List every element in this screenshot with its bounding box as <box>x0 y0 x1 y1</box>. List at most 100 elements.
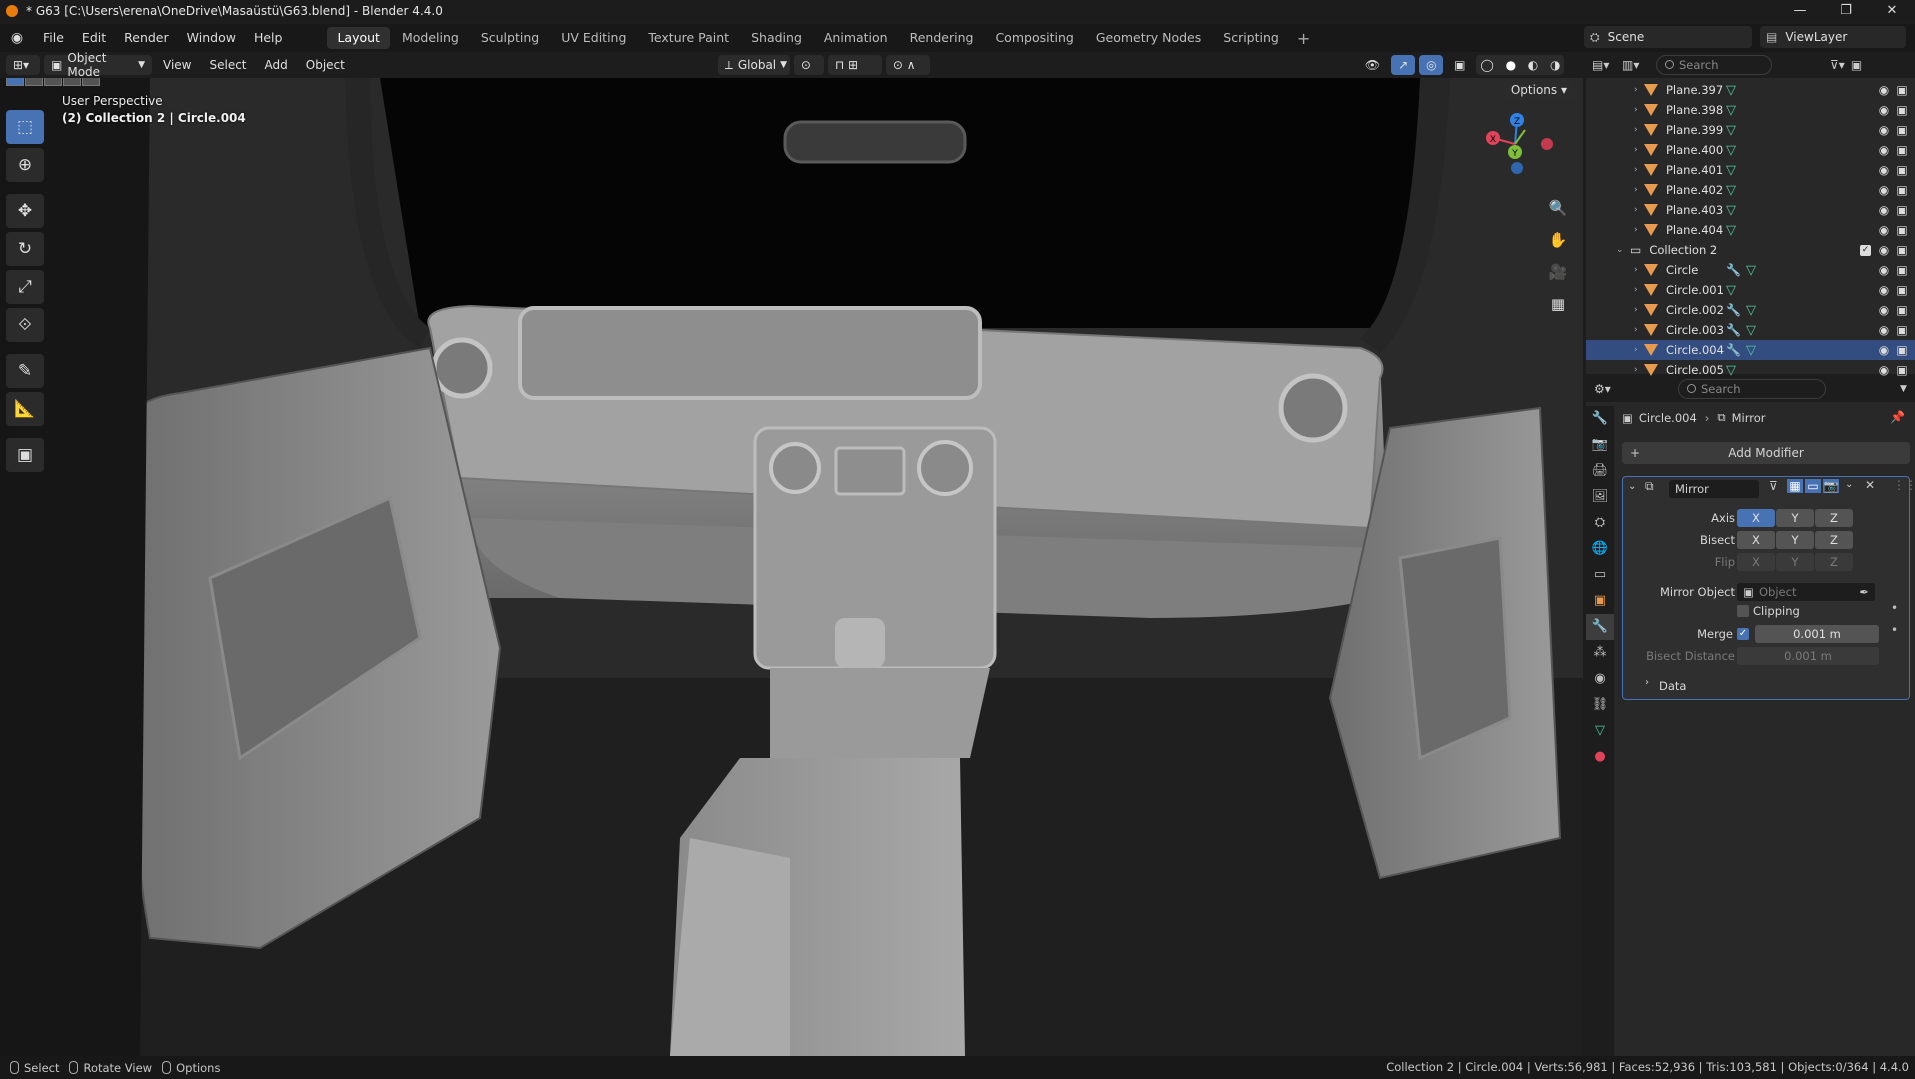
bisect-x-toggle[interactable]: X <box>1737 531 1775 549</box>
outliner-row[interactable]: › Circle 🔧 ▽ ◉ ▣ <box>1586 260 1915 280</box>
eye-icon[interactable]: ◉ <box>1877 263 1891 277</box>
camera-render-icon[interactable]: ▣ <box>1895 263 1909 277</box>
tab-sculpting[interactable]: Sculpting <box>471 27 549 49</box>
edit-mode-toggle-icon[interactable]: ⊽ <box>1769 479 1778 493</box>
camera-render-icon[interactable]: ▣ <box>1895 123 1909 137</box>
physics-tab-icon[interactable]: ◉ <box>1586 666 1614 692</box>
rotate-tool[interactable]: ↻ <box>6 232 44 266</box>
blender-menu-icon[interactable]: ◉ <box>8 29 26 47</box>
axis-y-toggle[interactable]: Y <box>1776 509 1814 527</box>
expand-arrow-icon[interactable]: › <box>1634 185 1644 195</box>
camera-view-icon[interactable]: 🎥 <box>1545 260 1571 284</box>
world-tab-icon[interactable]: 🌐 <box>1586 536 1614 562</box>
camera-render-icon[interactable]: ▣ <box>1895 243 1909 257</box>
zoom-icon[interactable]: 🔍 <box>1545 196 1571 220</box>
mesh-data-icon[interactable]: ▽ <box>1726 163 1736 178</box>
camera-render-icon[interactable]: ▣ <box>1895 203 1909 217</box>
data-tab-icon[interactable]: ▽ <box>1586 718 1614 744</box>
flip-x-toggle[interactable]: X <box>1737 553 1775 571</box>
camera-render-icon[interactable]: ▣ <box>1895 303 1909 317</box>
outliner-row[interactable]: › Plane.397 ▽ ◉ ▣ <box>1586 80 1915 100</box>
3d-viewport[interactable]: User Perspective (2) Collection 2 | Circ… <box>0 78 1583 1056</box>
close-button[interactable]: ✕ <box>1869 0 1915 22</box>
measure-tool[interactable]: 📐 <box>6 392 44 426</box>
filter-icon[interactable]: ⊽▾ <box>1830 58 1845 72</box>
visibility-button[interactable]: 👁 <box>1358 55 1387 75</box>
axis-x-toggle[interactable]: X <box>1737 509 1775 527</box>
drag-handle-icon[interactable]: ⋮⋮ <box>1893 478 1915 492</box>
eye-icon[interactable]: ◉ <box>1877 223 1891 237</box>
scene-selector[interactable]: ⛭ Scene <box>1584 26 1752 48</box>
menu-edit[interactable]: Edit <box>73 24 115 52</box>
pin-icon[interactable]: 📌 <box>1890 410 1905 424</box>
eye-icon[interactable]: ◉ <box>1877 243 1891 257</box>
menu-window[interactable]: Window <box>178 24 245 52</box>
mesh-data-icon[interactable]: ▽ <box>1726 283 1736 298</box>
maximize-button[interactable]: ❐ <box>1823 0 1869 22</box>
select-subtract-icon[interactable] <box>44 78 62 86</box>
annotate-tool[interactable]: ✎ <box>6 354 44 388</box>
camera-render-icon[interactable]: ▣ <box>1895 223 1909 237</box>
expand-arrow-icon[interactable]: › <box>1634 265 1644 275</box>
axis-z-toggle[interactable]: Z <box>1815 509 1853 527</box>
options-button[interactable]: Options ▾ <box>1502 80 1575 100</box>
exclude-checkbox[interactable]: ✓ <box>1860 244 1871 256</box>
merge-keyframe-dot-icon[interactable]: • <box>1891 623 1898 637</box>
outliner-row[interactable]: › Circle.002 🔧 ▽ ◉ ▣ <box>1586 300 1915 320</box>
add-cube-tool[interactable]: ▣ <box>6 438 44 472</box>
snap-button[interactable]: ⊓ ⊞ <box>827 55 882 75</box>
pan-hand-icon[interactable]: ✋ <box>1545 228 1571 252</box>
menu-file[interactable]: File <box>34 24 73 52</box>
gizmo-toggle[interactable]: ↗ <box>1391 55 1416 75</box>
select-box-tool[interactable]: ⬚ <box>6 110 44 144</box>
solid-icon[interactable]: ● <box>1506 58 1516 72</box>
modifier-menu-icon[interactable]: ⌄ <box>1845 479 1853 490</box>
render-tab-icon[interactable]: 📷 <box>1586 432 1614 458</box>
camera-render-icon[interactable]: ▣ <box>1895 183 1909 197</box>
rendered-icon[interactable]: ◑ <box>1550 58 1560 72</box>
flip-z-toggle[interactable]: Z <box>1815 553 1853 571</box>
expand-arrow-icon[interactable]: › <box>1634 125 1644 135</box>
mesh-data-icon[interactable]: ▽ <box>1726 103 1736 118</box>
scene-tab-icon[interactable]: ⛭ <box>1586 510 1614 536</box>
select-new-icon[interactable] <box>6 78 24 86</box>
eye-icon[interactable]: ◉ <box>1877 203 1891 217</box>
tab-compositing[interactable]: Compositing <box>985 27 1083 49</box>
properties-search-input[interactable]: Search <box>1678 379 1826 399</box>
select-intersect-icon[interactable] <box>82 78 100 86</box>
editor-type-button[interactable]: ⊞▾ <box>6 55 40 75</box>
expand-arrow-icon[interactable]: › <box>1634 225 1644 235</box>
outliner-row[interactable]: › Plane.400 ▽ ◉ ▣ <box>1586 140 1915 160</box>
mesh-data-icon[interactable]: ▽ <box>1726 123 1736 138</box>
flip-y-toggle[interactable]: Y <box>1776 553 1814 571</box>
mesh-data-icon[interactable]: ▽ <box>1746 323 1756 338</box>
add-modifier-button[interactable]: + Add Modifier <box>1622 442 1910 464</box>
outliner-search-input[interactable]: Search <box>1656 55 1772 75</box>
tab-shading[interactable]: Shading <box>741 27 812 49</box>
tab-layout[interactable]: Layout <box>327 27 390 49</box>
camera-render-icon[interactable]: ▣ <box>1895 283 1909 297</box>
outliner-row[interactable]: › Plane.404 ▽ ◉ ▣ <box>1586 220 1915 240</box>
camera-render-icon[interactable]: ▣ <box>1895 343 1909 357</box>
outliner-collection-row[interactable]: ⌄ ▭ Collection 2 ✓ ◉ ▣ <box>1586 240 1915 260</box>
select-menu[interactable]: Select <box>202 55 253 75</box>
eye-icon[interactable]: ◉ <box>1877 143 1891 157</box>
output-tab-icon[interactable]: 🖨 <box>1586 458 1614 484</box>
mesh-data-icon[interactable]: ▽ <box>1726 223 1736 238</box>
eye-icon[interactable]: ◉ <box>1877 303 1891 317</box>
merge-checkbox[interactable]: ✓ <box>1737 628 1749 640</box>
modifier-tab-icon[interactable]: 🔧 <box>1586 614 1614 640</box>
tab-rendering[interactable]: Rendering <box>900 27 984 49</box>
expand-arrow-icon[interactable]: › <box>1634 285 1644 295</box>
data-subpanel-label[interactable]: Data <box>1659 679 1686 693</box>
pivot-button[interactable]: ⊙ <box>793 55 824 75</box>
eye-icon[interactable]: ◉ <box>1877 343 1891 357</box>
eye-icon[interactable]: ◉ <box>1877 363 1891 377</box>
ortho-grid-icon[interactable]: ▦ <box>1545 292 1571 316</box>
mesh-data-icon[interactable]: ▽ <box>1726 83 1736 98</box>
eye-icon[interactable]: ◉ <box>1877 323 1891 337</box>
outliner-editor-icon[interactable]: ▤▾ <box>1592 58 1622 72</box>
display-mode-icon[interactable]: ▥▾ <box>1622 58 1656 72</box>
shading-modes[interactable]: ◯ ● ◐ ◑ <box>1476 55 1565 75</box>
clipping-checkbox[interactable] <box>1737 605 1749 617</box>
